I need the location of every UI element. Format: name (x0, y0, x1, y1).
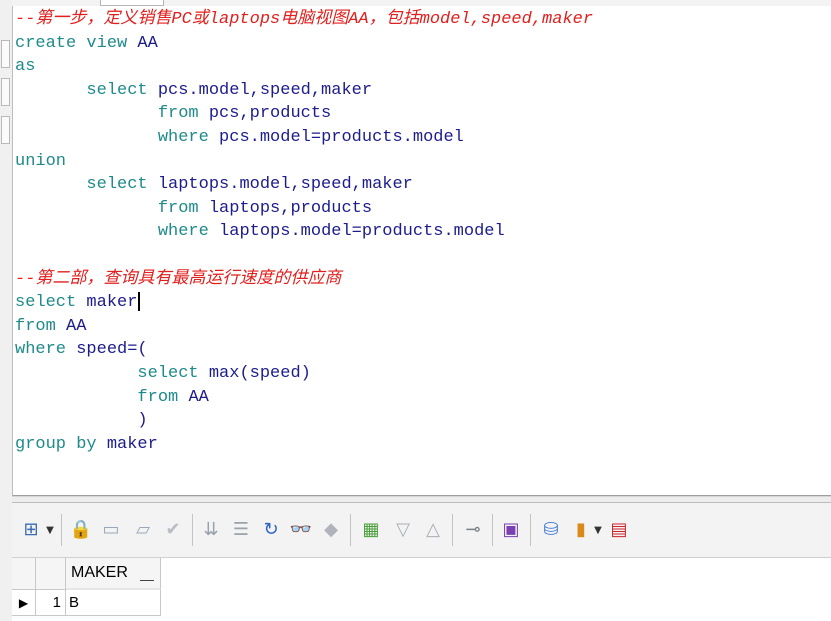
grid-corner[interactable] (12, 558, 36, 590)
toolbar-separator (492, 514, 493, 546)
code-keyword: select (15, 293, 87, 313)
code-identifier: pcs,products (208, 104, 332, 124)
lock-icon[interactable]: 🔒 (68, 517, 94, 543)
code-keyword: select (15, 80, 158, 100)
code-keyword: as (15, 57, 36, 77)
code-line[interactable]: where speed=( (15, 338, 593, 362)
code-keyword (15, 411, 137, 430)
chevron-down-icon[interactable]: ▼ (592, 517, 604, 543)
grid-select-icon[interactable]: ⊞ (18, 517, 44, 543)
code-identifier: AA (137, 33, 158, 53)
cell-maker[interactable]: B (66, 590, 161, 616)
code-blank-line[interactable] (15, 244, 593, 268)
code-line[interactable]: where pcs.model=products.model (15, 126, 593, 150)
arrow-up-icon[interactable]: △ (420, 517, 446, 543)
code-line[interactable]: select laptops.model,speed,maker (15, 173, 593, 197)
toolbar-separator (192, 514, 193, 546)
panel-edge-button[interactable] (1, 40, 10, 68)
database-add-icon[interactable]: ⛁ (538, 517, 564, 543)
toolbar-separator (61, 514, 62, 546)
checkmark-icon[interactable]: ✔ (160, 517, 186, 543)
code-line[interactable]: as (15, 55, 593, 79)
code-identifier: laptops.model=products.model (219, 222, 505, 242)
panel-edge-button[interactable] (1, 116, 10, 144)
code-line[interactable]: select maker (15, 291, 593, 315)
filter-icon[interactable]: ☰ (228, 517, 254, 543)
code-identifier: max(speed) (208, 363, 311, 383)
code-line[interactable]: select pcs.model,speed,maker (15, 79, 593, 103)
text-caret (138, 292, 141, 312)
code-comment-line[interactable]: --第二部，查询具有最高运行速度的供应商 (15, 268, 593, 292)
code-keyword: where (15, 127, 220, 147)
results-toolbar: ⊞ ▼ 🔒 ▭ ▱ ✔ ⇊ ☰ ↻ 👓 ◆ ▦ ▽ △ ⊸ ▣ ⛁ ▮ ▼ ▤ (12, 503, 831, 558)
code-identifier: speed=( (76, 340, 148, 360)
column-header-label: MAKER (71, 564, 128, 581)
sort-descending-icon[interactable]: ⇊ (198, 517, 224, 543)
code-keyword: from (15, 316, 67, 336)
results-grid[interactable]: MAKER ▶ 1 B (12, 558, 831, 621)
code-identifier: pcs.model=products.model (219, 127, 464, 147)
row-number: 1 (36, 590, 66, 616)
current-row-pointer-icon: ▶ (12, 590, 36, 616)
code-identifier: maker (106, 434, 158, 454)
sql-code[interactable]: --第一步，定义销售PC或laptops电脑视图AA，包括model,speed… (15, 8, 593, 456)
row-number-header (36, 558, 66, 590)
code-keyword: from (15, 104, 209, 124)
save-icon[interactable]: ▣ (498, 517, 524, 543)
toolbar-separator (350, 514, 351, 546)
code-line[interactable]: group by maker (15, 433, 593, 457)
column-header-maker[interactable]: MAKER (66, 558, 161, 590)
code-keyword: where (15, 222, 220, 242)
code-identifier: AA (66, 316, 87, 336)
code-keyword: select (15, 175, 158, 195)
tree-view-icon[interactable]: ⊸ (460, 517, 486, 543)
export-icon[interactable]: ▦ (358, 517, 384, 543)
toolbar-separator (452, 514, 453, 546)
arrow-down-icon[interactable]: ▽ (390, 517, 416, 543)
spreadsheet-icon[interactable]: ▤ (606, 517, 632, 543)
panel-edge-button[interactable] (1, 78, 10, 106)
code-identifier: laptops.model,speed,maker (157, 175, 413, 195)
code-keyword: from (15, 198, 209, 218)
toolbar-separator (530, 514, 531, 546)
pane-splitter[interactable] (12, 496, 831, 503)
code-identifier: laptops,products (208, 198, 373, 218)
find-icon[interactable]: 👓 (288, 517, 314, 543)
new-record-icon[interactable]: ▭ (98, 517, 124, 543)
code-line[interactable]: from AA (15, 315, 593, 339)
code-identifier: pcs.model,speed,maker (157, 80, 373, 100)
chevron-down-icon[interactable]: ▼ (44, 517, 56, 543)
code-comment-line[interactable]: --第一步，定义销售PC或laptops电脑视图AA，包括model,speed… (15, 8, 593, 32)
code-identifier: ) (137, 411, 148, 431)
code-keyword: union (15, 151, 67, 171)
code-line[interactable]: create view AA (15, 32, 593, 56)
code-keyword: select (15, 363, 209, 383)
code-keyword: create view (15, 33, 138, 53)
code-line[interactable]: from pcs,products (15, 102, 593, 126)
code-keyword: from (15, 387, 189, 407)
code-line[interactable]: select max(speed) (15, 362, 593, 386)
sort-indicator-icon (140, 580, 154, 581)
code-line[interactable]: ) (15, 409, 593, 433)
code-identifier: maker (86, 293, 138, 313)
code-identifier: AA (188, 387, 209, 407)
refresh-icon[interactable]: ↻ (258, 517, 284, 543)
code-keyword: where (15, 340, 77, 360)
chart-icon[interactable]: ▮ (568, 517, 594, 543)
eraser-icon[interactable]: ◆ (318, 517, 344, 543)
comment-icon[interactable]: ▱ (130, 517, 156, 543)
sql-editor[interactable]: --第一步，定义销售PC或laptops电脑视图AA，包括model,speed… (12, 6, 831, 496)
code-line[interactable]: union (15, 150, 593, 174)
code-line[interactable]: where laptops.model=products.model (15, 220, 593, 244)
code-line[interactable]: from AA (15, 386, 593, 410)
code-keyword: group by (15, 434, 107, 454)
code-line[interactable]: from laptops,products (15, 197, 593, 221)
